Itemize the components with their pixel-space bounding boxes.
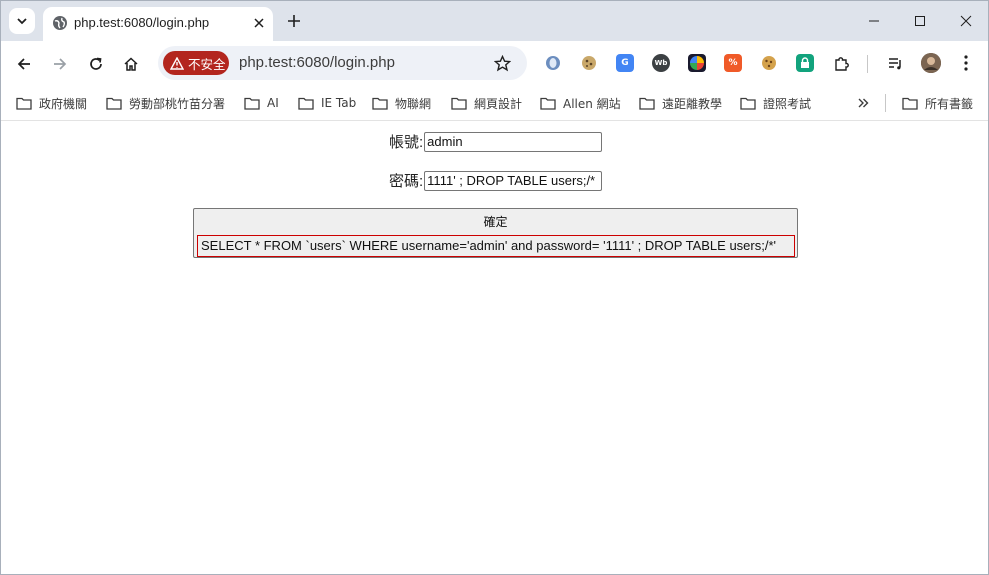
warning-triangle-icon [170,56,184,70]
password-row: 密碼: [389,170,603,191]
google-translate-icon[interactable]: G [616,54,634,72]
bookmark-folder[interactable]: 網頁設計 [451,94,522,112]
reading-list-icon[interactable] [886,54,904,72]
bookmark-label: 證照考試 [763,96,812,111]
tab-search-button[interactable] [9,8,35,34]
bookmark-folder[interactable]: AI [244,94,279,112]
bookmark-folder[interactable]: 勞動部桃竹苗分署 [106,94,225,112]
bookmark-label: AI [267,96,279,110]
minimize-icon [869,20,879,22]
reload-icon [90,57,102,70]
username-label: 帳號: [389,134,424,151]
folder-icon [902,97,918,110]
web-ext-icon[interactable]: Wb [652,54,670,72]
menu-button[interactable] [957,54,975,72]
page-content: 帳號: 密碼: 確定 SELECT * FROM `users` WHERE u… [2,122,988,574]
star-icon [493,54,511,71]
bookmarks-separator [885,94,886,112]
more-bookmarks-button[interactable] [854,94,872,112]
bookmark-folder[interactable]: 物聯網 [372,94,431,112]
close-icon [254,18,264,28]
profile-avatar[interactable] [921,53,941,73]
sql-query-output: SELECT * FROM `users` WHERE username='ad… [197,235,795,257]
color-picker-icon[interactable] [688,54,706,72]
kebab-menu-icon [964,55,968,71]
tab-title: php.test:6080/login.php [74,15,210,30]
bookmarks-bar: 政府機關 勞動部桃竹苗分署 AI IE Tab 物聯網 網頁設計 Allen 網… [1,86,988,121]
bookmark-label: 政府機關 [39,96,88,111]
toolbar-separator [867,55,868,73]
address-bar[interactable]: 不安全 php.test:6080/login.php [158,46,527,80]
username-row: 帳號: [389,131,603,152]
arrow-right-icon [54,58,67,70]
bookmark-folder[interactable]: 證照考試 [740,94,811,112]
bookmark-folder[interactable]: Allen 網站 [540,94,621,112]
bookmark-folder[interactable]: IE Tab [298,94,356,112]
close-icon [960,15,972,27]
folder-icon [451,97,467,110]
password-input[interactable] [424,170,603,191]
folder-icon [372,97,388,110]
code-ext-icon[interactable]: % [724,54,742,72]
not-secure-label: 不安全 [188,56,226,72]
password-label: 密碼: [389,173,424,190]
bookmark-folder[interactable]: 政府機關 [16,94,87,112]
folder-icon [16,97,32,110]
bookmark-label: 物聯網 [395,96,432,111]
home-button[interactable] [118,51,144,77]
bookmark-label: 勞動部桃竹苗分署 [129,96,226,111]
browser-toolbar: 不安全 php.test:6080/login.php G Wb % [1,41,988,86]
password-lock-icon[interactable] [796,54,814,72]
username-input[interactable] [424,131,603,152]
folder-icon [639,97,655,110]
double-chevron-right-icon [858,98,869,108]
ie-tab-icon[interactable] [544,54,562,72]
bookmark-folder[interactable]: 遠距離教學 [639,94,722,112]
folder-icon [740,97,756,110]
folder-icon [298,97,314,110]
url-text[interactable]: php.test:6080/login.php [239,54,395,71]
globe-icon [53,16,67,30]
minimize-button[interactable] [862,9,886,33]
submit-label: 確定 [483,215,508,229]
forward-button[interactable] [47,51,73,77]
folder-icon [244,97,260,110]
bookmark-label: IE Tab [321,96,357,110]
not-secure-chip[interactable]: 不安全 [163,51,229,75]
submit-button[interactable]: 確定 SELECT * FROM `users` WHERE username=… [193,208,798,258]
cookie-icon[interactable] [760,54,778,72]
reload-button[interactable] [83,51,109,77]
active-tab[interactable]: php.test:6080/login.php [43,7,273,41]
cookie-ext-icon[interactable] [580,54,598,72]
browser-window: php.test:6080/login.php 不安全 php.test:608… [0,0,989,575]
all-bookmarks-folder[interactable]: 所有書籤 [902,94,973,112]
folder-icon [106,97,122,110]
puzzle-extensions-icon[interactable] [832,54,850,72]
bookmark-star-button[interactable] [493,54,511,72]
new-tab-button[interactable] [284,11,304,31]
close-window-button[interactable] [954,9,978,33]
maximize-icon [915,16,925,26]
bookmark-label: 所有書籤 [925,96,974,111]
tab-strip: php.test:6080/login.php [1,1,988,41]
home-icon [124,57,138,71]
bookmark-label: 網頁設計 [474,96,523,111]
plus-icon [288,15,300,27]
folder-icon [540,97,556,110]
back-button[interactable] [11,51,37,77]
bookmark-label: Allen 網站 [563,96,621,111]
bookmark-label: 遠距離教學 [662,96,723,111]
chevron-down-icon [17,18,27,25]
tab-close-button[interactable] [250,14,268,32]
maximize-button[interactable] [908,9,932,33]
arrow-left-icon [17,58,30,70]
